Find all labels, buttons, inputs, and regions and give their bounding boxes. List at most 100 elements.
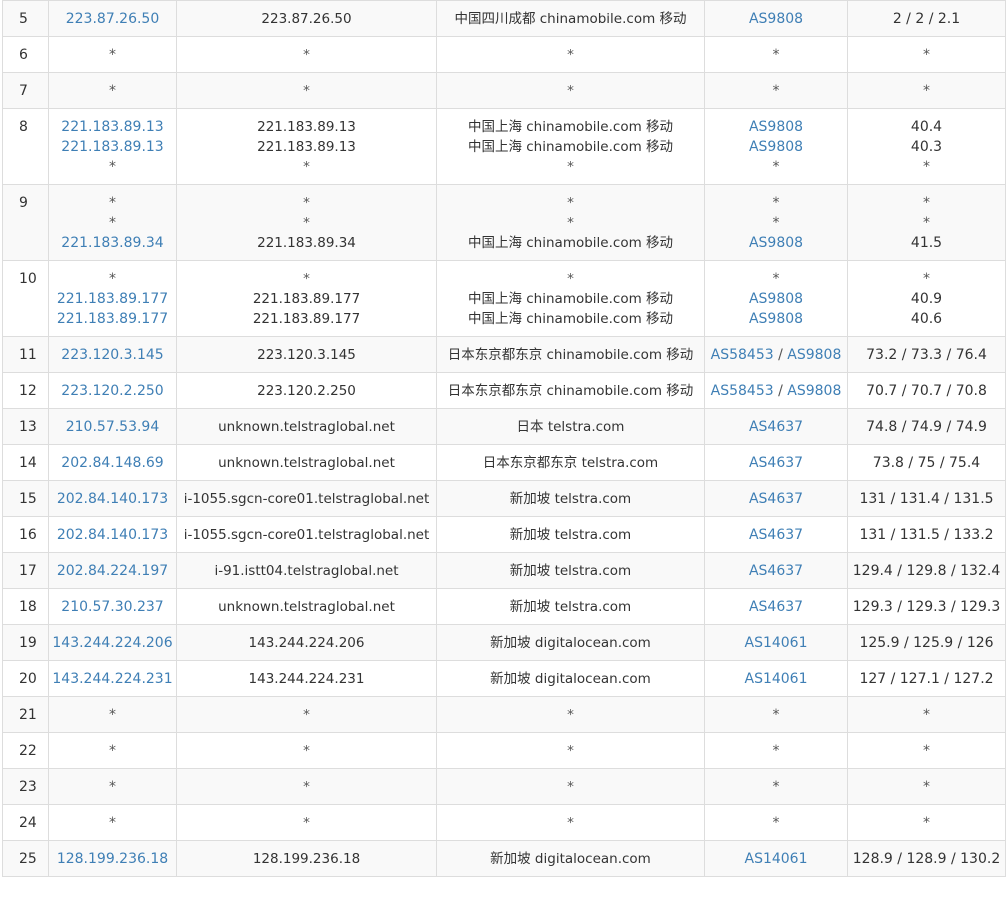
as-number-link[interactable]: AS14061 [745, 851, 808, 867]
as-number-link[interactable]: AS14061 [745, 671, 808, 687]
time-cell: 73.8 / 75 / 75.4 [847, 444, 1006, 481]
loc-cell: 新加坡 telstra.com [436, 480, 705, 517]
as-line: AS9808 [705, 233, 847, 253]
as-cell: AS9808 [704, 0, 848, 37]
as-line: * [705, 157, 847, 177]
hop-row: 7 * * * * * [2, 72, 1006, 109]
time-value: 131 / 131.5 / 133.2 [859, 527, 994, 543]
loc-value: 中国上海 chinamobile.com 移动 [467, 311, 674, 327]
hop-number: 8 [19, 119, 28, 135]
as-cell: AS58453 / AS9808 [704, 336, 848, 373]
ip-value[interactable]: 210.57.53.94 [49, 417, 176, 437]
ip-value[interactable]: 221.183.89.13 [49, 137, 176, 157]
as-number-link[interactable]: AS58453 [711, 383, 774, 399]
as-number-link[interactable]: AS4637 [749, 563, 803, 579]
hop-number: 23 [19, 779, 37, 795]
host-value: 221.183.89.13 [257, 139, 356, 155]
as-line: * [705, 705, 847, 725]
ip-value[interactable]: 128.199.236.18 [49, 849, 176, 869]
time-cell: 128.9 / 128.9 / 130.2 [847, 840, 1006, 877]
hop-row: 18 210.57.30.237 unknown.telstraglobal.net… [2, 588, 1006, 625]
time-value: 41.5 [910, 235, 943, 251]
host-cell: 143.244.224.231 [176, 660, 437, 697]
loc-cell: 新加坡 digitalocean.com [436, 840, 705, 877]
as-number-link[interactable]: AS9808 [749, 311, 803, 327]
as-number-link[interactable]: AS4637 [749, 419, 803, 435]
hop-number: 11 [19, 347, 37, 363]
as-number-link[interactable]: AS4637 [749, 599, 803, 615]
ip-value[interactable]: 210.57.30.237 [49, 597, 176, 617]
loc-cell: * [436, 768, 705, 805]
ip-value[interactable]: 202.84.140.173 [49, 525, 176, 545]
as-number-link[interactable]: AS9808 [749, 235, 803, 251]
as-number-link[interactable]: AS9808 [749, 11, 803, 27]
host-value: i-1055.sgcn-core01.telstraglobal.net [183, 491, 430, 507]
hop-row: 16 202.84.140.173 i-1055.sgcn-core01.telst… [2, 516, 1006, 553]
ip-value[interactable]: 143.244.224.206 [49, 633, 176, 653]
time-value: * [923, 83, 930, 99]
time-value: 127 / 127.1 / 127.2 [859, 671, 994, 687]
ip-value[interactable]: 221.183.89.177 [49, 289, 176, 309]
as-cell: AS58453 / AS9808 [704, 372, 848, 409]
ip-value[interactable]: 202.84.224.197 [49, 561, 176, 581]
ip-value[interactable]: 221.183.89.34 [49, 233, 176, 253]
as-number-link[interactable]: AS4637 [749, 527, 803, 543]
as-number-link[interactable]: AS9808 [749, 291, 803, 307]
loc-cell: 新加坡 digitalocean.com [436, 660, 705, 697]
host-cell: i-91.istt04.telstraglobal.net [176, 552, 437, 589]
ip-value[interactable]: 223.87.26.50 [49, 9, 176, 29]
as-line: AS14061 [705, 669, 847, 689]
time-value: 129.3 / 129.3 / 129.3 [852, 599, 1001, 615]
as-number-link[interactable]: AS4637 [749, 455, 803, 471]
as-number-link[interactable]: AS9808 [749, 139, 803, 155]
as-line: * [705, 777, 847, 797]
ip-value[interactable]: 202.84.148.69 [49, 453, 176, 473]
as-line: AS9808 [705, 117, 847, 137]
hop-row: 9 * * 221.183.89.34 * * 221.183.89.34 * * 中国上海 ch… [2, 184, 1006, 261]
as-number-link[interactable]: AS9808 [787, 383, 841, 399]
time-value: * [923, 195, 930, 211]
as-number-link[interactable]: AS14061 [745, 635, 808, 651]
as-number-link: * [772, 779, 780, 795]
as-cell: AS4637 [704, 552, 848, 589]
ip-value[interactable]: 221.183.89.177 [49, 309, 176, 329]
loc-cell: * 中国上海 chinamobile.com 移动 中国上海 chinamobile… [436, 260, 705, 337]
hop-number: 6 [19, 47, 28, 63]
time-value: * [923, 159, 930, 175]
loc-value: * [567, 195, 574, 211]
ip-value[interactable]: 202.84.140.173 [49, 489, 176, 509]
time-value: 73.8 / 75 / 75.4 [872, 455, 981, 471]
time-value: * [923, 47, 930, 63]
as-number-link[interactable]: AS4637 [749, 491, 803, 507]
loc-cell: 日本东京都东京 chinamobile.com 移动 [436, 372, 705, 409]
ip-value: * [109, 271, 116, 287]
host-value: * [303, 215, 310, 231]
as-number-link[interactable]: AS9808 [749, 119, 803, 135]
hop-number-cell: 14 [2, 444, 49, 481]
as-number-link: * [772, 215, 780, 231]
ip-cell: 223.120.3.145 [48, 336, 177, 373]
as-number-link[interactable]: AS58453 [711, 347, 774, 363]
as-number-link: * [772, 707, 780, 723]
ip-value: * [109, 815, 116, 831]
as-number-link[interactable]: AS9808 [787, 347, 841, 363]
ip-cell: * [48, 804, 177, 841]
ip-value[interactable]: 143.244.224.231 [49, 669, 176, 689]
ip-cell: * [48, 732, 177, 769]
time-value: * [923, 743, 930, 759]
as-cell: AS4637 [704, 588, 848, 625]
host-cell: 223.87.26.50 [176, 0, 437, 37]
host-value: * [303, 271, 310, 287]
loc-value: * [567, 779, 574, 795]
ip-value[interactable]: 221.183.89.13 [49, 117, 176, 137]
loc-value: * [567, 743, 574, 759]
as-number-link: * [772, 271, 780, 287]
as-line: AS14061 [705, 633, 847, 653]
ip-cell: * [48, 36, 177, 73]
hop-number-cell: 13 [2, 408, 49, 445]
hop-number: 10 [19, 271, 37, 287]
ip-value[interactable]: 223.120.3.145 [49, 345, 176, 365]
ip-value[interactable]: 223.120.2.250 [49, 381, 176, 401]
as-cell: * [704, 732, 848, 769]
hop-number: 9 [19, 195, 28, 211]
